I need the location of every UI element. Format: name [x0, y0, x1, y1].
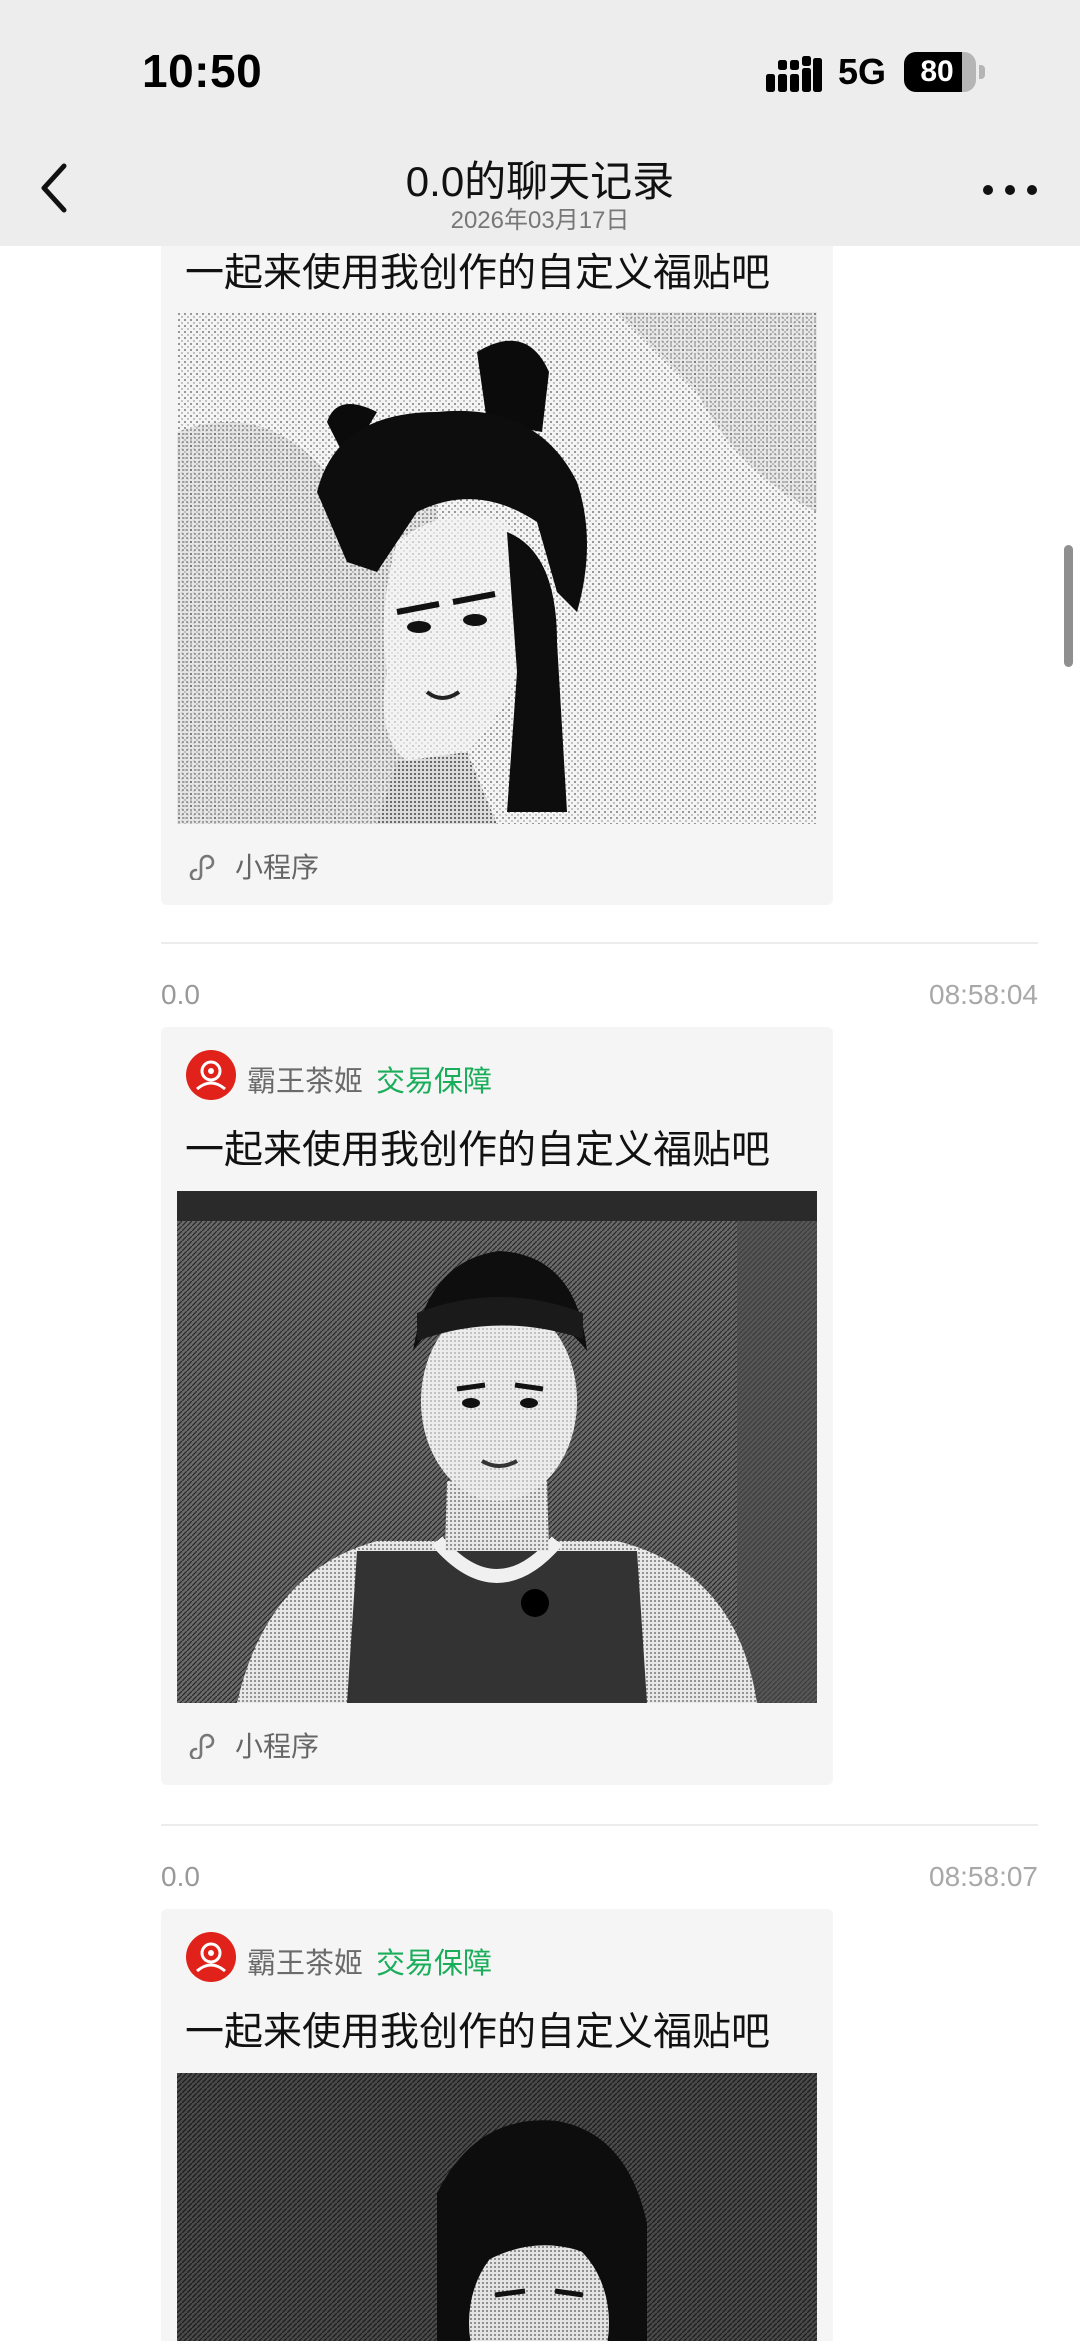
ellipsis-icon — [983, 185, 1037, 195]
card-title: 一起来使用我创作的自定义福贴吧 — [185, 2011, 771, 2054]
message-divider — [161, 942, 1038, 944]
brand-name: 霸王茶姬 — [247, 1948, 364, 1980]
brand-row: 霸王茶姬 交易保障 — [185, 1931, 805, 1987]
trade-guarantee-badge: 交易保障 — [376, 1948, 493, 1980]
brand-row: 霸王茶姬 交易保障 — [185, 1049, 805, 1105]
card-image[interactable] — [177, 312, 817, 824]
portrait-image — [177, 312, 817, 824]
scrollbar-thumb[interactable] — [1064, 545, 1073, 667]
mini-program-row: 小程序 — [189, 842, 489, 886]
mini-program-card[interactable]: 霸王茶姬 交易保障 一起来使用我创作的自定义福贴吧 — [161, 1909, 833, 2341]
status-time: 10:50 — [142, 45, 263, 97]
portrait-image — [177, 2073, 817, 2341]
brand-logo-icon — [186, 1932, 236, 1982]
brand-name: 霸王茶姬 — [247, 1066, 364, 1098]
card-title: 一起来使用我创作的自定义福贴吧 — [185, 252, 771, 295]
mini-program-icon — [189, 854, 215, 880]
nav-header: 10:50 5G 80 0.0的聊天记录 2026年03月17日 — [0, 0, 1080, 246]
page-subtitle-date: 2026年03月17日 — [450, 207, 630, 234]
chat-history-page: 10:50 5G 80 0.0的聊天记录 2026年03月17日 一起来使用我创… — [0, 0, 1080, 2341]
trade-guarantee-badge: 交易保障 — [376, 1066, 493, 1098]
sender-name: 0.0 — [161, 979, 200, 1010]
message-item: 0.0 08:58:07 霸王茶姬 交易保障 一起来使用我创作的自定义福贴吧 — [0, 1861, 1080, 2341]
mini-program-icon — [189, 1733, 215, 1759]
brand-logo-icon — [186, 1050, 236, 1100]
message-item: 0.0 08:58:04 霸王茶姬 交易保障 一起来使用我创作的自定义福贴吧 小… — [0, 979, 1080, 1799]
battery-icon: 80 — [904, 52, 986, 92]
mini-program-card[interactable]: 一起来使用我创作的自定义福贴吧 小程序 — [161, 150, 833, 905]
message-divider — [161, 1824, 1038, 1826]
mini-program-row: 小程序 — [189, 1721, 489, 1765]
mini-program-card[interactable]: 霸王茶姬 交易保障 一起来使用我创作的自定义福贴吧 — [161, 1027, 833, 1785]
signal-strength-icon — [766, 56, 822, 92]
portrait-image — [177, 1191, 817, 1703]
battery-percent: 80 — [920, 55, 954, 88]
card-title: 一起来使用我创作的自定义福贴吧 — [185, 1129, 771, 1172]
more-options-button[interactable] — [978, 170, 1042, 210]
mini-program-label: 小程序 — [235, 1731, 320, 1762]
mini-program-label: 小程序 — [235, 852, 320, 883]
card-image[interactable] — [177, 1191, 817, 1703]
message-time: 08:58:07 — [929, 1861, 1038, 1892]
sender-name: 0.0 — [161, 1861, 200, 1892]
message-time: 08:58:04 — [929, 979, 1038, 1010]
network-type: 5G — [838, 51, 887, 92]
card-image[interactable] — [177, 2073, 817, 2341]
